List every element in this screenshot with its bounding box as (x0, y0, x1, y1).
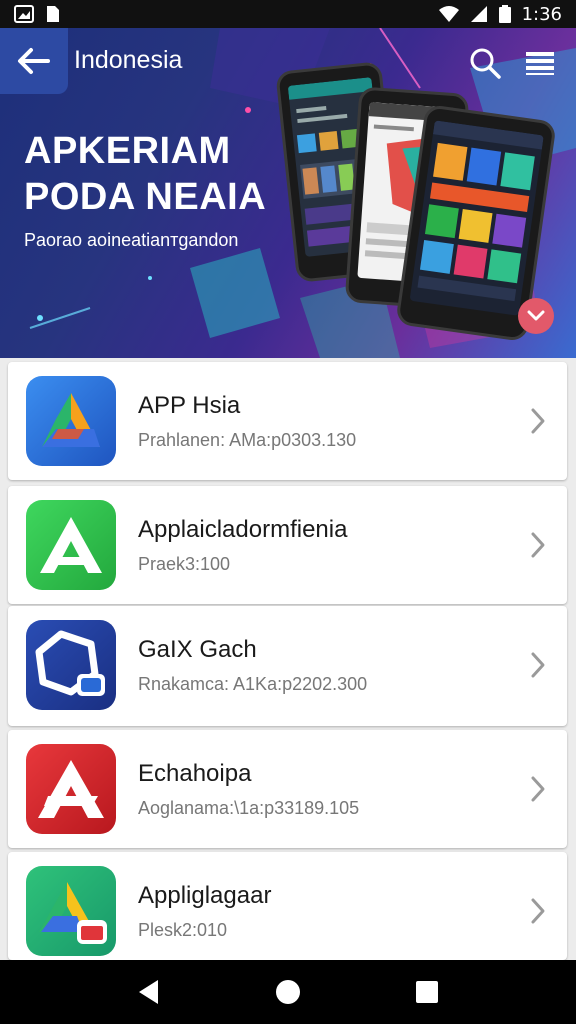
chevron-right-icon (531, 776, 545, 802)
hero-title-line-1: APKERIAM (24, 130, 231, 172)
chevron-right-icon (531, 652, 545, 678)
image-notification-icon (14, 5, 34, 23)
hamburger-menu-icon (526, 52, 554, 75)
signal-icon (470, 6, 487, 22)
chevron-right-icon (531, 408, 545, 434)
back-button[interactable] (0, 28, 68, 94)
list-item[interactable]: Appliglagaar Plesk2:010 (8, 852, 567, 960)
battery-icon (498, 5, 511, 23)
triangle-logo-icon (39, 882, 107, 944)
app-icon (26, 866, 116, 956)
letter-a-logo-icon (40, 517, 102, 573)
letter-a-logo-icon (38, 760, 104, 818)
list-item[interactable]: Echahoipa Aoglanama:\1a:p33189.105 (8, 730, 567, 848)
page-title: Indonesia (74, 46, 183, 74)
triangle-logo-icon (42, 393, 100, 447)
search-button[interactable] (466, 44, 504, 82)
hero-title-line-2: PODA NEAIA (24, 176, 267, 218)
chevron-right-icon (531, 898, 545, 924)
app-icon (26, 376, 116, 466)
app-meta: Rnakamca: A1Ka:p2202.300 (138, 674, 368, 694)
wifi-icon (438, 6, 459, 22)
system-navigation-bar (0, 960, 576, 1024)
menu-button[interactable] (520, 44, 560, 82)
sim-card-icon (47, 6, 59, 22)
list-item[interactable]: APP Hsia Prahlanen: AMa:p0303.130 (8, 362, 567, 480)
list-item[interactable]: GaIX Gach Rnakamca: A1Ka:p2202.300 (8, 606, 567, 726)
hero-banner: Indonesia APKERIAM PODA NEAIA Paorao aoi… (0, 28, 576, 358)
app-meta: Plesk2:010 (138, 920, 228, 940)
hexagon-logo-icon (35, 630, 105, 696)
app-icon (26, 500, 116, 590)
app-name: Appliglagaar (138, 882, 272, 909)
hero-subtitle: Paorao aoineatianтgandon (24, 230, 239, 250)
status-bar: 1:36 (0, 0, 576, 28)
list-item[interactable]: Applaicladormfienia Praek3:100 (8, 486, 567, 604)
app-icon (26, 620, 116, 710)
app-name: Applaicladormfienia (138, 516, 348, 543)
search-icon (470, 48, 501, 79)
app-name: APP Hsia (138, 392, 241, 419)
back-triangle-icon[interactable] (136, 978, 162, 1006)
app-meta: Aoglanama:\1a:p33189.105 (138, 798, 360, 818)
expand-button[interactable] (518, 298, 554, 334)
chevron-down-icon (527, 310, 545, 321)
app-name: GaIX Gach (138, 636, 257, 663)
arrow-left-icon (18, 48, 50, 74)
app-icon (26, 744, 116, 834)
clock: 1:36 (521, 3, 562, 25)
chevron-right-icon (531, 532, 545, 558)
app-meta: Prahlanen: AMa:p0303.130 (138, 430, 357, 450)
home-circle-icon[interactable] (274, 978, 302, 1006)
app-meta: Praek3:100 (138, 554, 231, 574)
app-name: Echahoipa (138, 760, 252, 787)
recents-square-icon[interactable] (414, 979, 440, 1005)
